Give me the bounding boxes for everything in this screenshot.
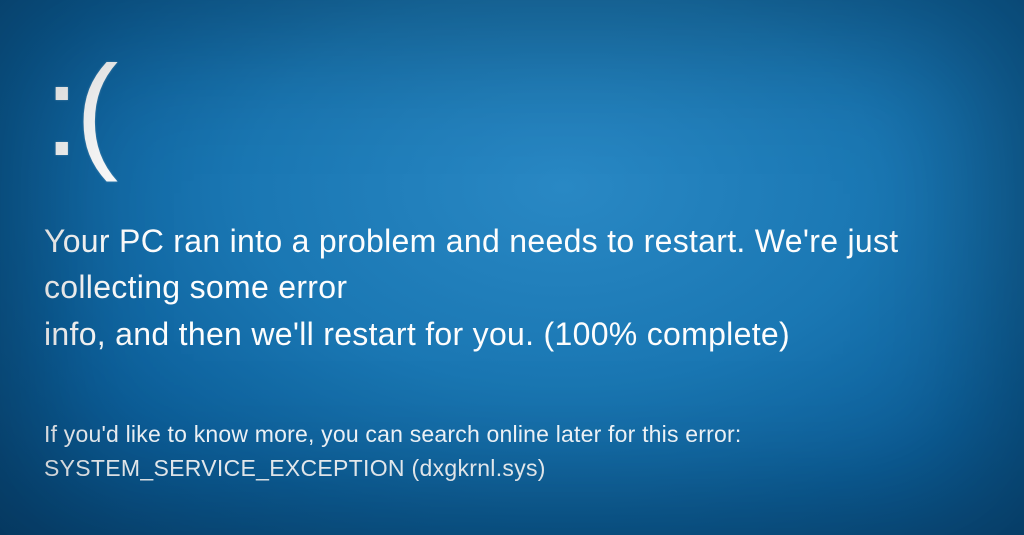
sad-face-icon: :(	[44, 48, 980, 176]
message-line-1: Your PC ran into a problem and needs to …	[44, 223, 898, 305]
progress-percent: 100%	[555, 316, 638, 352]
message-line-2-suffix: complete)	[638, 316, 790, 352]
error-code: SYSTEM_SERVICE_EXCEPTION (dxgkrnl.sys)	[44, 455, 980, 482]
error-message: Your PC ran into a problem and needs to …	[44, 218, 980, 357]
bsod-screen: :( Your PC ran into a problem and needs …	[0, 0, 1024, 535]
search-hint: If you'd like to know more, you can sear…	[44, 417, 944, 453]
message-line-2-prefix: info, and then we'll restart for you. (	[44, 316, 555, 352]
